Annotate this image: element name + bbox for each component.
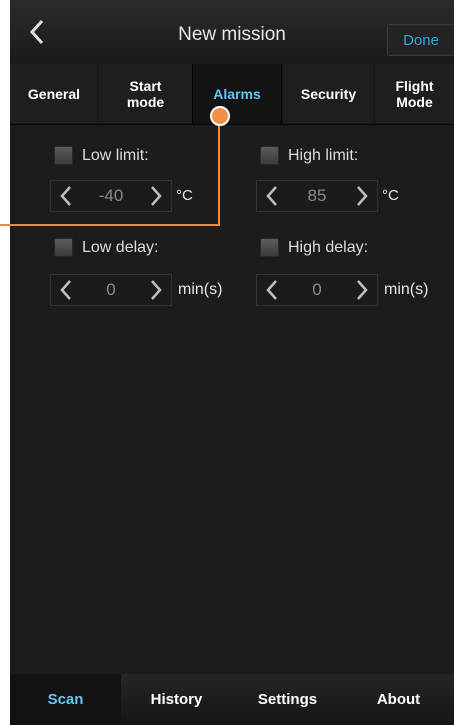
chevron-left-icon [60,280,71,300]
high-limit-unit: °C [382,187,399,204]
low-limit-checkbox[interactable] [54,146,73,165]
low-limit-stepper: -40 [50,180,172,212]
chevron-left-icon [266,280,277,300]
nav-settings[interactable]: Settings [232,674,343,725]
high-limit-label: High limit: [288,146,359,164]
low-delay-label: Low delay: [82,238,159,256]
tab-label: General [27,86,81,102]
low-delay-checkbox[interactable] [54,238,73,257]
tab-alarms[interactable]: Alarms [192,64,282,124]
top-bar: New mission Done [10,0,454,64]
low-delay-row: Low delay: [54,238,159,257]
nav-about[interactable]: About [343,674,454,725]
high-delay-row: High delay: [260,238,368,257]
high-delay-unit: min(s) [384,281,429,298]
high-limit-stepper: 85 [256,180,378,212]
chevron-left-icon [266,186,277,206]
phone-screen: New mission Done General Start mode Alar… [10,0,454,725]
tab-flight-mode[interactable]: Flight Mode [374,64,454,124]
callout-line-horizontal [0,224,220,226]
chevron-right-icon [151,280,162,300]
tab-bar: General Start mode Alarms Security Fligh… [10,64,454,125]
tab-start-mode[interactable]: Start mode [98,64,192,124]
high-limit-decrease-button[interactable] [257,181,287,211]
callout-line-vertical [218,114,220,226]
low-limit-value[interactable]: -40 [99,186,124,206]
chevron-left-icon [60,186,71,206]
high-delay-label: High delay: [288,238,369,256]
high-delay-checkbox[interactable] [260,238,279,257]
done-button[interactable]: Done [387,24,454,56]
tab-label: Flight Mode [395,78,434,110]
high-delay-value[interactable]: 0 [312,280,321,300]
low-limit-increase-button[interactable] [141,181,171,211]
nav-scan[interactable]: Scan [10,674,121,725]
high-limit-value[interactable]: 85 [308,186,327,206]
low-limit-decrease-button[interactable] [51,181,81,211]
tab-label: Alarms [213,86,261,102]
tab-label: Security [300,86,357,102]
low-limit-label: Low limit: [82,146,149,164]
nav-history[interactable]: History [121,674,232,725]
callout-marker [210,106,230,126]
low-limit-unit: °C [176,187,193,204]
low-delay-unit: min(s) [178,281,223,298]
high-limit-increase-button[interactable] [347,181,377,211]
low-delay-decrease-button[interactable] [51,275,81,305]
chevron-right-icon [151,186,162,206]
tab-general[interactable]: General [10,64,98,124]
tab-label: Start mode [126,78,165,110]
tab-security[interactable]: Security [282,64,374,124]
low-delay-stepper: 0 [50,274,172,306]
high-limit-row: High limit: [260,146,358,165]
low-limit-row: Low limit: [54,146,149,165]
high-delay-decrease-button[interactable] [257,275,287,305]
high-delay-stepper: 0 [256,274,378,306]
low-delay-value[interactable]: 0 [106,280,115,300]
chevron-right-icon [357,186,368,206]
low-delay-increase-button[interactable] [141,275,171,305]
high-limit-checkbox[interactable] [260,146,279,165]
bottom-nav: Scan History Settings About [10,674,454,725]
high-delay-increase-button[interactable] [347,275,377,305]
chevron-right-icon [357,280,368,300]
